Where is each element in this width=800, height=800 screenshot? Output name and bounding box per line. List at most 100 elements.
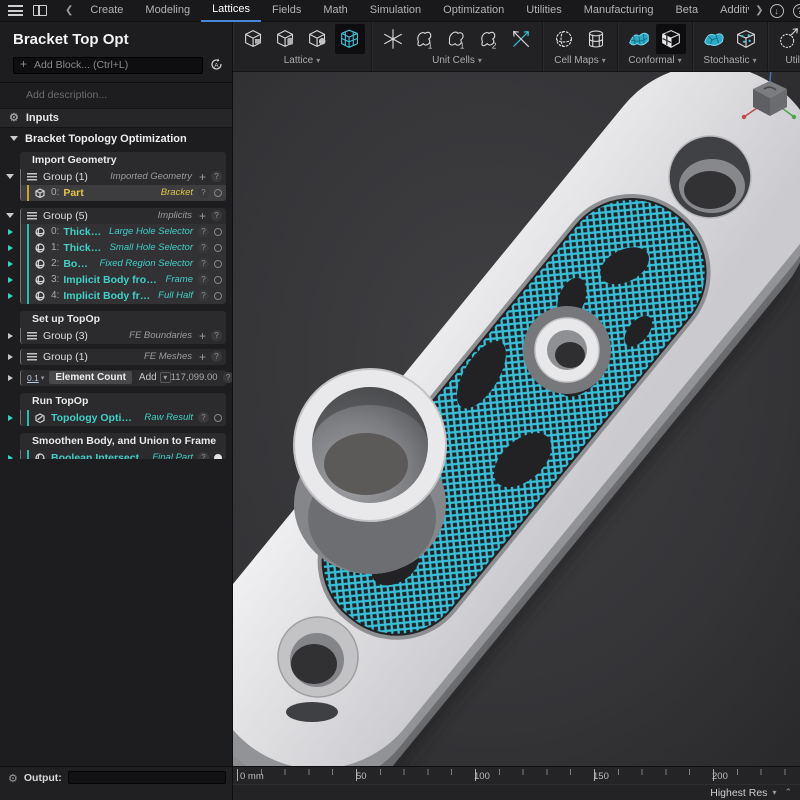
unit-cells-group-label[interactable]: Unit Cells <box>432 55 482 66</box>
block-row[interactable]: Boolean Intersect Final Part <box>20 450 226 459</box>
transform-arrows-icon[interactable] <box>506 24 536 54</box>
add-to-group-icon[interactable] <box>199 329 206 343</box>
play-icon[interactable] <box>8 415 13 421</box>
group-row[interactable]: Group (1) Imported Geometry <box>20 169 226 185</box>
viewport-3d[interactable] <box>233 72 800 766</box>
expand-icon[interactable] <box>6 213 14 218</box>
block-row[interactable]: 0: Thicken Body Large Hole Selector <box>20 224 226 240</box>
block-row[interactable]: 2: Boolean Union Fixed Region Selector <box>20 256 226 272</box>
tab-optimization[interactable]: Optimization <box>432 0 515 22</box>
block-row[interactable]: 4: Implicit Body from CAD Body Full Half <box>20 288 226 304</box>
tab-simulation[interactable]: Simulation <box>359 0 432 22</box>
tab-fields[interactable]: Fields <box>261 0 312 22</box>
collapse-panel-icon[interactable]: ⌃ <box>784 787 792 798</box>
info-icon[interactable] <box>198 274 209 285</box>
element-count-row[interactable]: 0.1 ▾ Element Count Add ▾ 117,099.00 <box>20 370 226 386</box>
visibility-toggle[interactable] <box>214 260 222 268</box>
visibility-toggle[interactable] <box>214 244 222 252</box>
block-row[interactable]: Topology Optimization Raw Result <box>20 410 226 426</box>
tab-scroll-left-icon[interactable]: ❮ <box>59 5 79 16</box>
add-to-group-icon[interactable] <box>199 209 206 223</box>
tab-manufacturing[interactable]: Manufacturing <box>573 0 665 22</box>
stochastic-surface-icon[interactable] <box>699 24 729 54</box>
lattice-cube-icon[interactable] <box>239 24 269 54</box>
unit-cell-two-icon[interactable]: 2 <box>474 24 504 54</box>
section-header[interactable]: Set up TopOp <box>20 311 226 328</box>
info-icon[interactable] <box>223 372 232 383</box>
stochastic-cube-icon[interactable] <box>731 24 761 54</box>
play-icon[interactable] <box>8 375 13 381</box>
visibility-toggle[interactable] <box>214 414 222 422</box>
grid-lattice-icon[interactable] <box>335 24 365 54</box>
info-icon[interactable] <box>198 452 209 459</box>
conformal-surface-icon[interactable] <box>624 24 654 54</box>
utilities-group-label[interactable]: Utilities <box>785 55 800 66</box>
download-icon[interactable]: ↓ <box>770 4 784 18</box>
visibility-toggle[interactable] <box>214 276 222 284</box>
info-icon[interactable] <box>211 210 222 221</box>
tab-lattices[interactable]: Lattices <box>201 0 261 22</box>
cell-maps-group-label[interactable]: Cell Maps <box>554 55 605 66</box>
visibility-toggle[interactable] <box>214 228 222 236</box>
play-icon[interactable] <box>8 261 13 267</box>
info-icon[interactable] <box>211 171 222 182</box>
stochastic-group-label[interactable]: Stochastic <box>703 55 756 66</box>
info-icon[interactable] <box>198 242 209 253</box>
cylinder-cell-map-icon[interactable] <box>581 24 611 54</box>
description-placeholder[interactable]: Add description... <box>0 83 232 108</box>
visibility-toggle[interactable] <box>214 189 222 197</box>
info-icon[interactable] <box>198 187 209 198</box>
add-to-group-icon[interactable] <box>199 350 206 364</box>
help-icon[interactable]: ? <box>793 4 800 18</box>
group-row[interactable]: Group (1) FE Meshes <box>20 349 226 365</box>
unit-cell-one-alt-icon[interactable]: 1 <box>442 24 472 54</box>
tab-scroll-right-icon[interactable]: ❯ <box>749 5 769 16</box>
add-to-group-icon[interactable] <box>199 170 206 184</box>
element-count-chip[interactable]: Element Count <box>49 371 132 384</box>
conformal-group-label[interactable]: Conformal <box>628 55 681 66</box>
lattice-sphere-icon[interactable] <box>303 24 333 54</box>
tab-utilities[interactable]: Utilities <box>515 0 572 22</box>
tab-beta[interactable]: Beta <box>664 0 709 22</box>
lattice-trim-icon[interactable] <box>774 24 800 54</box>
tree-section-header[interactable]: Bracket Topology Optimization <box>0 128 232 150</box>
play-icon[interactable] <box>8 293 13 299</box>
sphere-cell-map-icon[interactable] <box>549 24 579 54</box>
add-dropdown[interactable]: Add ▾ <box>139 372 171 383</box>
group-row[interactable]: Group (3) FE Boundaries <box>20 328 226 344</box>
info-icon[interactable] <box>198 226 209 237</box>
info-icon[interactable] <box>198 290 209 301</box>
play-icon[interactable] <box>8 333 13 339</box>
expand-icon[interactable] <box>6 174 14 179</box>
play-icon[interactable] <box>8 229 13 235</box>
section-header[interactable]: Run TopOp <box>20 393 226 410</box>
block-row-part[interactable]: 0: Part Bracket <box>20 185 226 201</box>
block-row[interactable]: 1: Thicken Body Small Hole Selector <box>20 240 226 256</box>
lattice-group-label[interactable]: Lattice <box>284 55 320 66</box>
gear-icon[interactable] <box>8 769 18 787</box>
add-block-input[interactable] <box>13 57 203 74</box>
play-icon[interactable] <box>8 245 13 251</box>
tab-math[interactable]: Math <box>312 0 358 22</box>
tab-create[interactable]: Create <box>79 0 134 22</box>
info-icon[interactable] <box>211 351 222 362</box>
block-row[interactable]: 3: Implicit Body from CAD Body Frame <box>20 272 226 288</box>
toggle-panel-icon[interactable] <box>33 5 47 16</box>
info-icon[interactable] <box>211 330 222 341</box>
play-icon[interactable] <box>8 354 13 360</box>
conformal-cube-icon[interactable] <box>656 24 686 54</box>
circular-arrow-icon[interactable]: A <box>209 57 224 72</box>
group-row[interactable]: Group (5) Implicits <box>20 208 226 224</box>
unit-cell-one-icon[interactable]: 1 <box>410 24 440 54</box>
info-icon[interactable] <box>198 412 209 423</box>
section-header[interactable]: Smoothen Body, and Union to Frame <box>20 433 226 450</box>
tab-modeling[interactable]: Modeling <box>134 0 201 22</box>
tab-additive[interactable]: Additive <box>709 0 749 22</box>
output-field[interactable] <box>68 771 226 784</box>
lattice-cylinder-icon[interactable] <box>271 24 301 54</box>
resolution-dropdown[interactable]: Highest Res ▾ <box>710 787 776 799</box>
unit-badge[interactable]: 0.1 <box>27 373 39 383</box>
hamburger-menu-icon[interactable] <box>8 5 23 16</box>
play-icon[interactable] <box>8 277 13 283</box>
section-header[interactable]: Import Geometry <box>20 152 226 169</box>
